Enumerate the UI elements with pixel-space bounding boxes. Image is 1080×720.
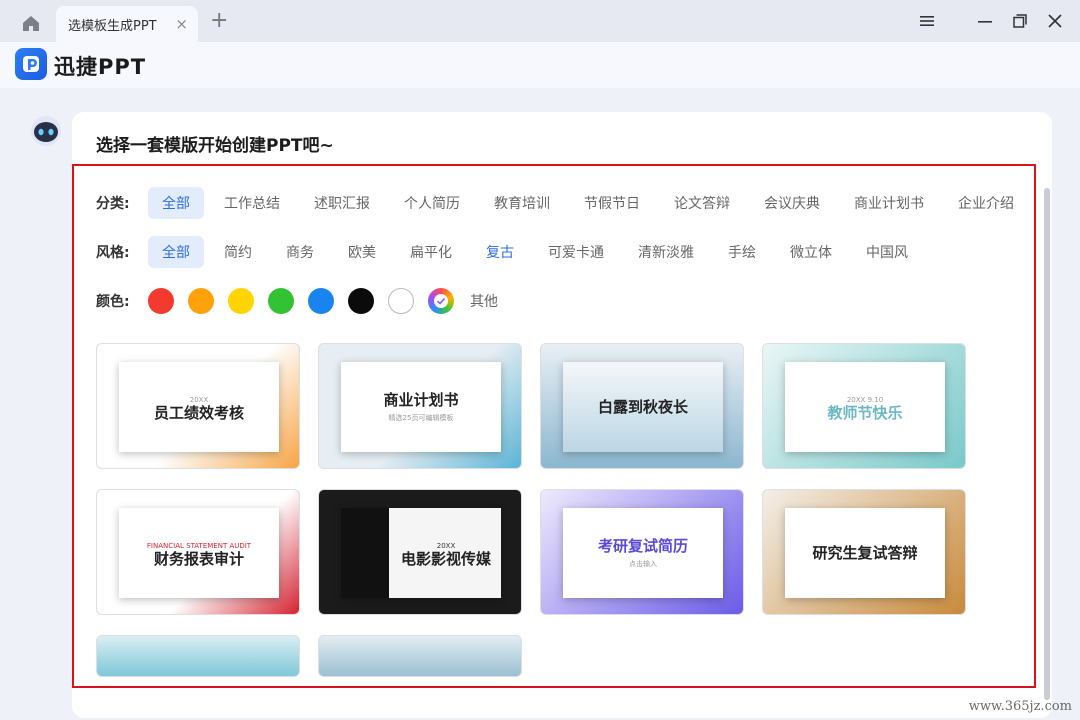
style-chinese[interactable]: 中国风 [852,236,922,268]
color-orange[interactable] [188,288,214,314]
color-filter-row: 颜色: 其他 [96,284,498,318]
tab-template-ppt[interactable]: 选模板生成PPT × [56,6,198,42]
template-card[interactable] [96,635,300,677]
color-label: 颜色: [96,294,130,310]
category-resume[interactable]: 个人简历 [390,187,474,219]
category-filter-row: 分类: 全部 工作总结 述职汇报 个人简历 教育培训 节假节日 论文答辩 会议庆… [96,186,1034,220]
style-business[interactable]: 商务 [272,236,328,268]
template-subtitle: 20XX [436,542,456,550]
style-fresh[interactable]: 清新淡雅 [624,236,708,268]
style-label: 风格: [96,245,130,261]
category-thesis[interactable]: 论文答辩 [660,187,744,219]
color-other[interactable]: 其他 [470,291,498,311]
close-icon [1048,14,1062,28]
menu-icon [920,16,934,26]
template-title: 商业计划书 [383,391,459,409]
color-yellow[interactable] [228,288,254,314]
template-subtitle: 20XX [189,396,209,404]
category-company-intro[interactable]: 企业介绍 [944,187,1028,219]
template-title: 员工绩效考核 [153,404,244,422]
new-tab-button[interactable]: + [210,10,228,32]
watermark: www.365jz.com [968,699,1072,714]
category-holiday[interactable]: 节假节日 [570,187,654,219]
template-card[interactable]: 商业计划书 精选25页可编辑模板 [318,343,522,469]
minimize-button[interactable] [970,8,1000,34]
maximize-button[interactable] [1005,8,1035,34]
home-button[interactable] [14,9,48,37]
template-card[interactable]: FINANCIAL STATEMENT AUDIT 财务报表审计 [96,489,300,615]
assistant-avatar-icon [30,115,62,147]
category-work-summary[interactable]: 工作总结 [210,187,294,219]
style-cartoon[interactable]: 可爱卡通 [534,236,618,268]
template-subtitle: 20XX 9.10 [846,396,884,404]
style-simple[interactable]: 简约 [210,236,266,268]
minimize-icon [978,21,992,23]
app-header: 迅捷PPT [0,42,1080,88]
tab-close-icon[interactable]: × [175,15,188,33]
style-3d[interactable]: 微立体 [776,236,846,268]
category-label: 分类: [96,196,130,212]
title-bar: 选模板生成PPT × + [0,0,1080,42]
template-card[interactable]: 20XX 员工绩效考核 [96,343,300,469]
color-custom-icon[interactable] [428,288,454,314]
app-logo-icon [15,48,47,80]
style-filter-row: 风格: 全部 简约 商务 欧美 扁平化 复古 可爱卡通 清新淡雅 手绘 微立体 … [96,235,928,269]
menu-button[interactable] [912,8,942,34]
template-card[interactable]: 20XX 9.10 教师节快乐 [762,343,966,469]
category-education[interactable]: 教育培训 [480,187,564,219]
template-title: 白露到秋夜长 [597,398,688,416]
color-white[interactable] [388,288,414,314]
close-button[interactable] [1040,8,1070,34]
style-retro[interactable]: 复古 [472,236,528,268]
category-business-plan[interactable]: 商业计划书 [840,187,938,219]
template-title: 研究生复试答辩 [812,544,918,562]
template-subtitle: 点击输入 [629,560,657,568]
scrollbar[interactable] [1044,188,1050,700]
template-card[interactable]: 研究生复试答辩 [762,489,966,615]
home-icon [23,16,39,31]
color-blue[interactable] [308,288,334,314]
style-all[interactable]: 全部 [148,236,204,268]
template-subtitle: FINANCIAL STATEMENT AUDIT [146,542,252,550]
template-card[interactable]: 白露到秋夜长 [540,343,744,469]
template-title: 教师节快乐 [827,404,903,422]
template-card[interactable]: 考研复试简历 点击输入 [540,489,744,615]
template-title: 考研复试简历 [597,537,688,555]
restore-icon [1013,14,1027,28]
template-picker-card: 选择一套模版开始创建PPT吧~ 分类: 全部 工作总结 述职汇报 个人简历 教育… [72,112,1052,718]
tab-label: 选模板生成PPT [68,18,157,34]
template-card[interactable] [318,635,522,677]
style-western[interactable]: 欧美 [334,236,390,268]
app-name: 迅捷PPT [54,55,147,79]
style-hand-drawn[interactable]: 手绘 [714,236,770,268]
style-flat[interactable]: 扁平化 [396,236,466,268]
template-card[interactable]: 20XX 电影影视传媒 [318,489,522,615]
template-title: 电影影视传媒 [400,550,491,568]
color-red[interactable] [148,288,174,314]
color-black[interactable] [348,288,374,314]
category-report[interactable]: 述职汇报 [300,187,384,219]
template-title: 财务报表审计 [153,550,244,568]
category-all[interactable]: 全部 [148,187,204,219]
color-green[interactable] [268,288,294,314]
assistant-prompt: 选择一套模版开始创建PPT吧~ [96,136,334,156]
category-ceremony[interactable]: 会议庆典 [750,187,834,219]
template-subtitle: 精选25页可编辑模板 [388,414,454,422]
